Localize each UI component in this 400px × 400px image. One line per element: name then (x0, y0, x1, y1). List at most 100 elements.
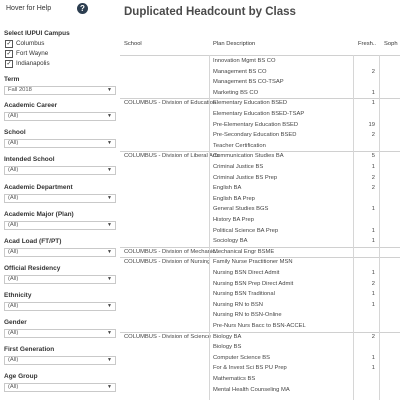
freshman-count-cell: 1 (371, 291, 375, 298)
chevron-down-icon[interactable]: ▼ (107, 384, 112, 391)
question-circle-icon[interactable]: ? (77, 3, 88, 14)
table-row[interactable]: For & Invest Sci BS PU Prep 1 (120, 363, 400, 374)
plan-cell: Mathematics BS (213, 376, 256, 382)
table-row[interactable]: Nursing RN to BSN-Online (120, 310, 400, 321)
table-row[interactable]: COLUMBUS - Division of Nursing Family Nur… (120, 257, 400, 268)
table-row[interactable]: COLUMBUS - Division of Liberal Arts Commu… (120, 151, 400, 162)
chevron-down-icon[interactable]: ▼ (107, 87, 112, 94)
plan-cell: Elementary Education BSED-TSAP (213, 111, 305, 117)
column-header-freshman[interactable]: Fresh.. (358, 41, 376, 47)
filter-label: Intended School (4, 156, 55, 163)
filter-value: (All) (8, 167, 19, 173)
plan-cell: Mechanical Engr BSME (213, 248, 275, 255)
table-row[interactable]: General Studies BGS 1 (120, 204, 400, 215)
table-row[interactable]: Pre-Nurs Nurs Bacc to BSN-ACCEL (120, 321, 400, 332)
freshman-count-cell: 1 (371, 89, 375, 96)
table-row[interactable]: Nursing BSN Traditional 1 (120, 289, 400, 300)
chevron-down-icon[interactable]: ▼ (107, 113, 112, 120)
plan-cell: General Studies BGS (213, 206, 269, 213)
chevron-down-icon[interactable]: ▼ (107, 167, 112, 174)
table-row[interactable]: Teacher Certification (120, 141, 400, 152)
table-row[interactable]: Criminal Justice BS Prep 2 (120, 173, 400, 184)
campus-filter-title: Select IUPUI Campus (4, 30, 70, 37)
filter-dropdown[interactable]: (All) ▼ (4, 356, 116, 365)
table-row[interactable]: Nursing BSN Direct Admit 1 (120, 268, 400, 279)
table-row[interactable]: Computer Science BS 1 (120, 353, 400, 364)
table-row[interactable]: Innovation Mgmt BS CO (120, 56, 400, 67)
table-row[interactable]: Criminal Justice BS 1 (120, 162, 400, 173)
plan-cell: Political Science BA Prep (213, 227, 279, 234)
freshman-count-cell: 2 (371, 280, 375, 287)
table-row[interactable]: Nursing BSN Prep Direct Admit 2 (120, 279, 400, 290)
filter-dropdown[interactable]: (All) ▼ (4, 221, 116, 230)
campus-checkbox-row[interactable]: ✓ Fort Wayne (5, 49, 48, 58)
table-row[interactable]: Mental Health Counseling MA (120, 385, 400, 396)
table-row[interactable]: History BA Prep (120, 215, 400, 226)
filter-dropdown[interactable]: (All) ▼ (4, 194, 116, 203)
filter-value: (All) (8, 276, 19, 282)
column-header-sophomore[interactable]: Soph (384, 41, 398, 47)
checkbox-icon[interactable]: ✓ (5, 49, 13, 58)
filter-dropdown[interactable]: Fall 2018 ▼ (4, 86, 116, 95)
filter-label: Academic Career (4, 102, 58, 109)
freshman-count-cell: 1 (371, 206, 375, 213)
plan-cell: Biology BA (213, 333, 242, 340)
filter-dropdown[interactable]: (All) ▼ (4, 139, 116, 148)
filter-dropdown[interactable]: (All) ▼ (4, 383, 116, 392)
checkbox-icon[interactable]: ✓ (5, 39, 13, 48)
chevron-down-icon[interactable]: ▼ (107, 249, 112, 256)
table-row[interactable]: Pre-Secondary Education BSED 2 (120, 130, 400, 141)
filter-dropdown[interactable]: (All) ▼ (4, 329, 116, 338)
main-panel: Duplicated Headcount by Class School Pla… (120, 0, 400, 400)
chevron-down-icon[interactable]: ▼ (107, 303, 112, 310)
table-row[interactable]: Management BS CO-TSAP (120, 77, 400, 88)
campus-checkbox-row[interactable]: ✓ Columbus (5, 39, 44, 48)
table-row[interactable]: Sociology BA 1 (120, 236, 400, 247)
table-row[interactable]: Biology BS (120, 342, 400, 353)
plan-cell: Computer Science BS (213, 354, 271, 361)
filter-dropdown[interactable]: (All) ▼ (4, 166, 116, 175)
table-row[interactable]: Political Science BA Prep 1 (120, 226, 400, 237)
campus-label: Fort Wayne (16, 50, 49, 57)
table-row[interactable]: Mathematics BS (120, 374, 400, 385)
plan-cell: Pre-Nurs Nurs Bacc to BSN-ACCEL (213, 323, 306, 329)
filter-value: (All) (8, 303, 19, 309)
filter-dropdown[interactable]: (All) ▼ (4, 302, 116, 311)
chevron-down-icon[interactable]: ▼ (107, 222, 112, 229)
chevron-down-icon[interactable]: ▼ (107, 357, 112, 364)
filter-value: (All) (8, 195, 19, 201)
campus-checkbox-row[interactable]: ✓ Indianapolis (5, 59, 50, 68)
checkbox-icon[interactable]: ✓ (5, 59, 13, 68)
plan-cell: Communication Studies BA (213, 153, 284, 160)
table-row[interactable]: Nursing RN to BSN 1 (120, 300, 400, 311)
filter-dropdown[interactable]: (All) ▼ (4, 275, 116, 284)
plan-cell: Family Nurse Practitioner MSN (213, 259, 293, 266)
plan-cell: Nursing BSN Prep Direct Admit (213, 280, 294, 287)
table-row[interactable]: COLUMBUS - Division of Mechanic.. Mechani… (120, 247, 400, 258)
filter-dropdown[interactable]: (All) ▼ (4, 248, 116, 257)
plan-cell: Sociology BA (213, 238, 248, 245)
column-header-plan[interactable]: Plan Description (213, 41, 255, 47)
table-row[interactable]: English BA 2 (120, 183, 400, 194)
table-row[interactable]: English BA Prep (120, 194, 400, 205)
freshman-count-cell: 1 (371, 301, 375, 308)
freshman-count-cell: 2 (371, 68, 375, 75)
school-cell: COLUMBUS - Division of Liberal Arts (124, 153, 220, 160)
plan-cell: English BA Prep (213, 195, 255, 202)
plan-cell: Innovation Mgmt BS CO (213, 58, 276, 64)
chevron-down-icon[interactable]: ▼ (107, 330, 112, 337)
table-row[interactable]: COLUMBUS - Division of Science Biology BA… (120, 332, 400, 343)
plan-cell: Management BS CO (213, 68, 267, 75)
plan-cell: Nursing RN to BSN-Online (213, 312, 282, 319)
table-row[interactable]: Elementary Education BSED-TSAP (120, 109, 400, 120)
table-row[interactable]: COLUMBUS - Division of Education Elementa… (120, 98, 400, 109)
filter-label: School (4, 129, 26, 136)
table-row[interactable]: Management BS CO 2 (120, 67, 400, 78)
chevron-down-icon[interactable]: ▼ (107, 276, 112, 283)
table-row[interactable]: Marketing BS CO 1 (120, 88, 400, 99)
column-header-school[interactable]: School (124, 41, 142, 47)
table-row[interactable]: Pre-Elementary Education BSED 19 (120, 120, 400, 131)
chevron-down-icon[interactable]: ▼ (107, 140, 112, 147)
chevron-down-icon[interactable]: ▼ (107, 195, 112, 202)
filter-dropdown[interactable]: (All) ▼ (4, 112, 116, 121)
